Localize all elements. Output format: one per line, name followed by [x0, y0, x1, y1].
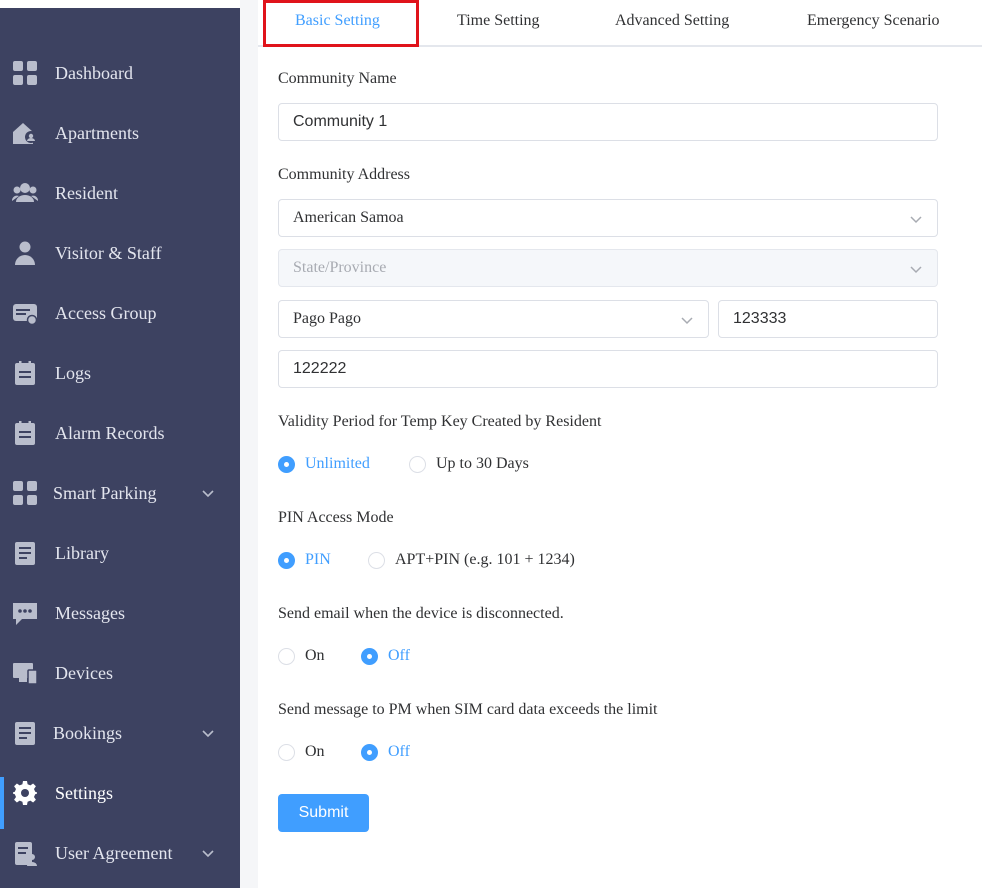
radio-dot	[361, 743, 378, 761]
dashboard-icon	[12, 60, 38, 86]
community-address-label: Community Address	[278, 166, 411, 183]
radio-label: APT+PIN (e.g. 101 + 1234)	[395, 551, 575, 568]
sidebar-item-label: Apartments	[55, 122, 139, 143]
devices-icon	[12, 660, 38, 686]
visitor-staff-icon	[12, 240, 38, 266]
radio-label: Off	[388, 647, 410, 664]
pin-mode-apt-pin-radio[interactable]: APT+PIN (e.g. 101 + 1234)	[368, 551, 575, 569]
email-disconnect-off-radio[interactable]: Off	[361, 647, 410, 665]
sidebar-item-access-group[interactable]: Access Group	[0, 283, 240, 343]
sidebar-item-label: Library	[55, 542, 109, 563]
content-gutter	[240, 0, 258, 888]
sidebar-item-label: Access Group	[55, 302, 157, 323]
radio-label: Unlimited	[305, 455, 370, 472]
radio-label: Off	[388, 743, 410, 760]
pin-access-mode-label: PIN Access Mode	[278, 509, 394, 526]
postal-code-value: 123333	[733, 310, 787, 327]
logs-icon	[12, 360, 38, 386]
sim-message-on-radio[interactable]: On	[278, 743, 325, 761]
active-indicator	[0, 777, 4, 829]
email-disconnect-on-radio[interactable]: On	[278, 647, 325, 665]
community-name-label: Community Name	[278, 70, 397, 87]
chevron-down-icon	[200, 725, 216, 741]
community-name-value: Community 1	[293, 113, 388, 130]
chevron-down-icon	[200, 485, 216, 501]
library-icon	[12, 540, 38, 566]
top-gap	[0, 0, 240, 8]
street-address-value: 122222	[293, 360, 347, 377]
pin-mode-pin-radio[interactable]: PIN	[278, 551, 331, 569]
validity-period-label: Validity Period for Temp Key Created by …	[278, 413, 602, 430]
sidebar-item-dashboard[interactable]: Dashboard	[0, 43, 240, 103]
messages-icon	[12, 600, 38, 626]
sidebar-item-alarm-records[interactable]: Alarm Records	[0, 403, 240, 463]
sidebar-item-messages[interactable]: Messages	[0, 583, 240, 643]
chevron-down-icon	[909, 262, 923, 276]
community-name-input[interactable]: Community 1	[278, 103, 938, 141]
sidebar: Dashboard Apartments Resident Visitor & …	[0, 8, 240, 888]
radio-label: Up to 30 Days	[436, 455, 529, 472]
smart-parking-icon	[12, 480, 38, 506]
chevron-down-icon	[200, 845, 216, 861]
country-select[interactable]: American Samoa	[278, 199, 938, 237]
tab-highlight-box	[263, 0, 419, 47]
sidebar-item-label: Resident	[55, 182, 118, 203]
radio-dot	[409, 455, 426, 473]
state-province-select[interactable]: State/Province	[278, 249, 938, 287]
city-value: Pago Pago	[293, 310, 361, 327]
radio-dot	[278, 743, 295, 761]
sidebar-item-label: Settings	[55, 782, 114, 803]
sidebar-item-label: Dashboard	[55, 62, 133, 83]
settings-gear-icon	[12, 780, 38, 806]
tab-time-setting[interactable]: Time Setting	[457, 12, 540, 30]
sidebar-item-resident[interactable]: Resident	[0, 163, 240, 223]
sim-message-off-radio[interactable]: Off	[361, 743, 410, 761]
street-address-input[interactable]: 122222	[278, 350, 938, 388]
sidebar-item-label: User Agreement	[55, 842, 173, 863]
validity-unlimited-radio[interactable]: Unlimited	[278, 455, 370, 473]
sidebar-item-label: Smart Parking	[53, 482, 157, 503]
sidebar-item-library[interactable]: Library	[0, 523, 240, 583]
sidebar-item-label: Bookings	[53, 722, 123, 743]
user-agreement-icon	[12, 840, 38, 866]
access-group-icon	[12, 300, 38, 326]
radio-dot	[278, 455, 295, 473]
radio-dot	[278, 647, 295, 665]
tab-advanced-setting[interactable]: Advanced Setting	[615, 12, 729, 30]
sidebar-item-label: Devices	[55, 662, 113, 683]
email-disconnect-label: Send email when the device is disconnect…	[278, 605, 564, 622]
sidebar-item-apartments[interactable]: Apartments	[0, 103, 240, 163]
country-value: American Samoa	[293, 209, 404, 226]
radio-label: On	[305, 647, 325, 664]
validity-30-days-radio[interactable]: Up to 30 Days	[409, 455, 529, 473]
resident-icon	[12, 180, 38, 206]
sidebar-item-label: Messages	[55, 602, 125, 623]
radio-dot	[368, 551, 385, 569]
sidebar-item-logs[interactable]: Logs	[0, 343, 240, 403]
alarm-records-icon	[12, 420, 38, 446]
radio-label: On	[305, 743, 325, 760]
chevron-down-icon	[909, 212, 923, 226]
sidebar-item-devices[interactable]: Devices	[0, 643, 240, 703]
sidebar-item-smart-parking[interactable]: Smart Parking	[0, 463, 240, 523]
sidebar-item-settings[interactable]: Settings	[0, 763, 240, 829]
radio-dot	[361, 647, 378, 665]
sidebar-item-label: Visitor & Staff	[55, 242, 162, 263]
sidebar-item-user-agreement[interactable]: User Agreement	[0, 823, 240, 883]
state-province-placeholder: State/Province	[293, 259, 387, 276]
chevron-down-icon	[680, 313, 694, 327]
sidebar-item-label: Alarm Records	[55, 422, 165, 443]
sidebar-item-label: Logs	[55, 362, 91, 383]
radio-dot	[278, 551, 295, 569]
tab-emergency-scenario[interactable]: Emergency Scenario	[807, 12, 940, 30]
city-select[interactable]: Pago Pago	[278, 300, 709, 338]
sidebar-item-bookings[interactable]: Bookings	[0, 703, 240, 763]
submit-button[interactable]: Submit	[278, 794, 369, 832]
postal-code-input[interactable]: 123333	[718, 300, 938, 338]
radio-label: PIN	[305, 551, 331, 568]
sim-message-label: Send message to PM when SIM card data ex…	[278, 701, 658, 718]
bookings-icon	[12, 720, 38, 746]
sidebar-item-visitor-staff[interactable]: Visitor & Staff	[0, 223, 240, 283]
apartments-icon	[12, 120, 38, 146]
